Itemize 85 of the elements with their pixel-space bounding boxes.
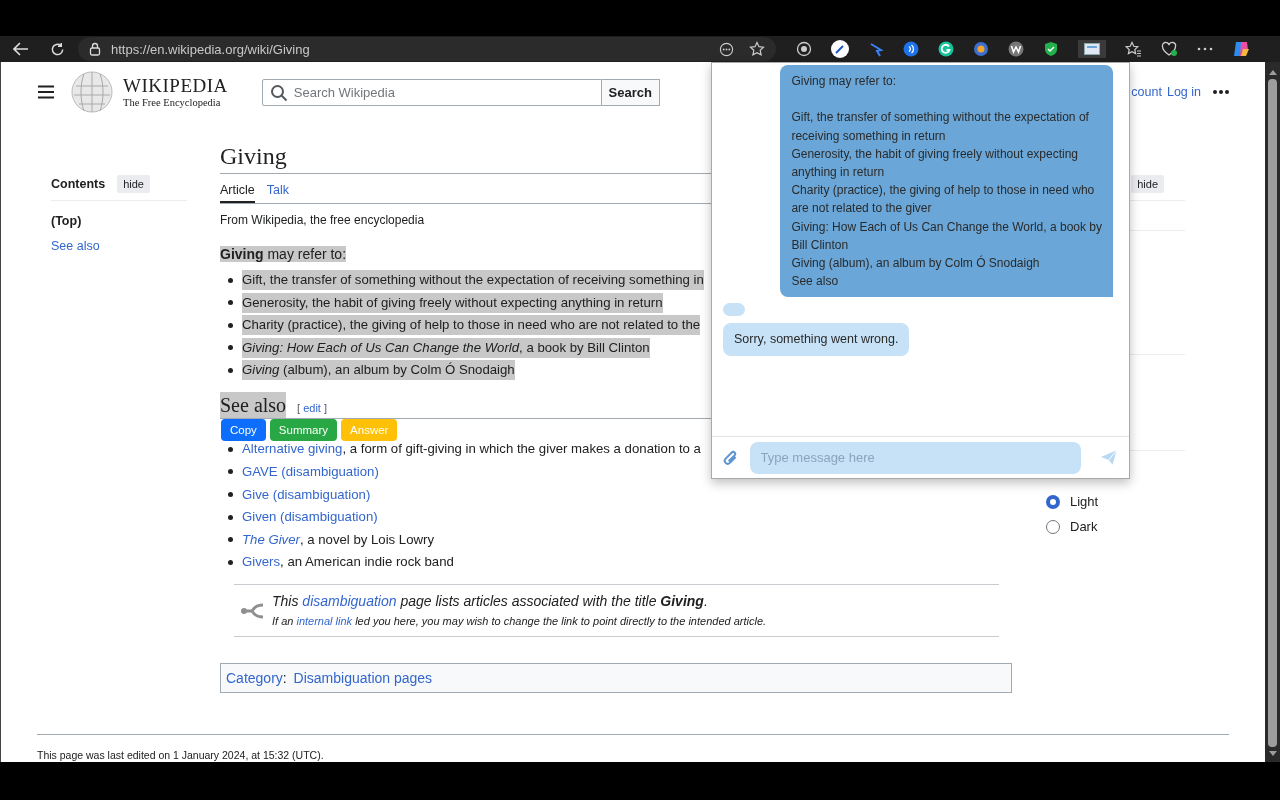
message-input[interactable]: Type message here bbox=[749, 441, 1081, 474]
hatnote-text: This disambiguation page lists articles associated with the title Giving. bbox=[272, 592, 709, 612]
more-icon[interactable] bbox=[1197, 47, 1213, 51]
round-logo-icon[interactable] bbox=[1008, 41, 1024, 57]
list-item-text: Givers, an American indie rock band bbox=[242, 553, 454, 572]
section-heading: See also bbox=[220, 392, 287, 419]
separator: : bbox=[282, 670, 287, 687]
paperclip-icon[interactable] bbox=[723, 448, 739, 467]
pen-icon[interactable] bbox=[831, 40, 849, 58]
sound-icon[interactable] bbox=[903, 41, 919, 57]
circle-logo-icon[interactable] bbox=[938, 41, 954, 57]
scrollbar[interactable] bbox=[1265, 62, 1280, 762]
back-icon[interactable] bbox=[13, 42, 29, 56]
hide-button[interactable]: hide bbox=[117, 175, 150, 193]
colorful-logo-icon[interactable] bbox=[1232, 40, 1250, 58]
badge-icon[interactable] bbox=[973, 41, 989, 57]
article-link[interactable]: GAVE (disambiguation) bbox=[242, 461, 379, 482]
more-options-icon[interactable] bbox=[719, 41, 734, 57]
list-item-text: Alternative giving, a form of gift-giving in which the giver makes a donation to a bbox=[242, 440, 701, 459]
hatnote-text: If an internal link led you here, you may wish to change the link to point directly to the intended article. bbox=[272, 614, 767, 630]
radio-button[interactable] bbox=[1046, 519, 1060, 534]
more-icon[interactable] bbox=[1213, 90, 1229, 94]
list-item-text: The Giver, a novel by Lois Lowry bbox=[242, 530, 435, 549]
bullet bbox=[228, 277, 233, 283]
cursor-icon[interactable] bbox=[868, 41, 884, 57]
radio-label: Dark bbox=[1070, 519, 1098, 534]
search-button[interactable]: Search bbox=[601, 78, 660, 106]
menu-icon[interactable] bbox=[38, 85, 54, 99]
login-link[interactable]: Log in bbox=[1166, 85, 1201, 99]
list-item-text: Generosity, the habit of giving freely without expecting anything in return bbox=[242, 292, 663, 313]
bullet bbox=[228, 514, 233, 520]
bracket: ] bbox=[323, 402, 327, 415]
empty-message-bubble bbox=[723, 303, 745, 317]
radio-button[interactable] bbox=[1046, 494, 1060, 509]
tagline: From Wikipedia, the free encyclopedia bbox=[220, 213, 425, 227]
bullet bbox=[228, 559, 233, 565]
selection-action-button[interactable]: Copy bbox=[221, 419, 266, 441]
heart-icon[interactable] bbox=[1161, 41, 1178, 57]
refresh-icon[interactable] bbox=[50, 41, 65, 57]
window-icon[interactable] bbox=[1078, 40, 1106, 58]
page-tab[interactable]: Talk bbox=[266, 178, 289, 203]
article-link[interactable]: The Giver bbox=[242, 531, 300, 547]
message-bubble: Giving may refer to: Gift, the transfer of something without the expectation of receiving something in return Generosity, the habit of giving freely without expecting anything in return Charity (practice), the giving of help to those in need who are not related to the giver Giving: How Each of Us Can Change the World, a book by Bill Clinton Giving (album), an album by Colm Ó Snodaigh See also bbox=[780, 65, 1113, 298]
contents-item[interactable]: See also bbox=[51, 239, 187, 253]
footer-text: This page was last edited on 1 January 2024, at 15:32 (UTC). bbox=[37, 749, 325, 761]
list-item-text: Giving: How Each of Us Can Change the World, a book by Bill Clinton bbox=[242, 337, 650, 358]
hide-button[interactable]: hide bbox=[1131, 175, 1164, 193]
contents-item[interactable]: (Top) bbox=[51, 214, 187, 228]
lock-icon bbox=[89, 42, 101, 56]
logo-title[interactable]: WIKIPEDIA bbox=[123, 75, 228, 96]
search-field[interactable]: Search Wikipedia bbox=[261, 78, 602, 106]
article-link[interactable]: Given (disambiguation) bbox=[242, 507, 378, 528]
bracket: [ bbox=[297, 402, 301, 415]
favorites-icon[interactable] bbox=[1125, 41, 1142, 57]
message-bubble: Sorry, something went wrong. bbox=[723, 323, 910, 356]
selection-action-button[interactable]: Summary bbox=[269, 419, 338, 441]
list-item-text: Gift, the transfer of something without the expectation of receiving something in bbox=[242, 270, 704, 290]
search-icon bbox=[269, 83, 288, 102]
address-bar[interactable]: https://en.wikipedia.org/wiki/Giving bbox=[78, 37, 776, 61]
category-link[interactable]: Category bbox=[226, 670, 283, 687]
hatnote-link[interactable]: internal link bbox=[296, 615, 353, 628]
list-item-text: Giving (album), an album by Colm Ó Snodaigh bbox=[242, 360, 515, 381]
hatnote-link[interactable]: disambiguation bbox=[302, 593, 397, 610]
radio-label: Light bbox=[1070, 494, 1099, 509]
bullet bbox=[228, 300, 233, 306]
bullet bbox=[228, 345, 233, 351]
shield-icon[interactable] bbox=[1043, 41, 1059, 57]
create-account-link[interactable]: count bbox=[1131, 85, 1162, 99]
bullet bbox=[228, 322, 233, 328]
intro-text: Giving may refer to: bbox=[220, 246, 347, 262]
bullet bbox=[228, 367, 233, 373]
bullet bbox=[228, 537, 233, 543]
url-text: https://en.wikipedia.org/wiki/Giving bbox=[111, 41, 310, 57]
bullet bbox=[228, 446, 233, 452]
category-link[interactable]: Disambiguation pages bbox=[293, 670, 433, 687]
page-tab[interactable]: Article bbox=[220, 178, 255, 203]
list-item-text: Charity (practice), the giving of help to those in need who are not related to the bbox=[242, 315, 701, 336]
bullet bbox=[228, 469, 233, 475]
contents-title: Contents bbox=[51, 177, 106, 191]
edit-link[interactable]: edit bbox=[303, 402, 321, 415]
target-icon[interactable] bbox=[796, 41, 812, 57]
bullet bbox=[228, 492, 233, 498]
article-link[interactable]: Give (disambiguation) bbox=[242, 484, 371, 505]
star-icon[interactable] bbox=[749, 41, 765, 57]
logo-subtitle: The Free Encyclopedia bbox=[123, 95, 222, 109]
